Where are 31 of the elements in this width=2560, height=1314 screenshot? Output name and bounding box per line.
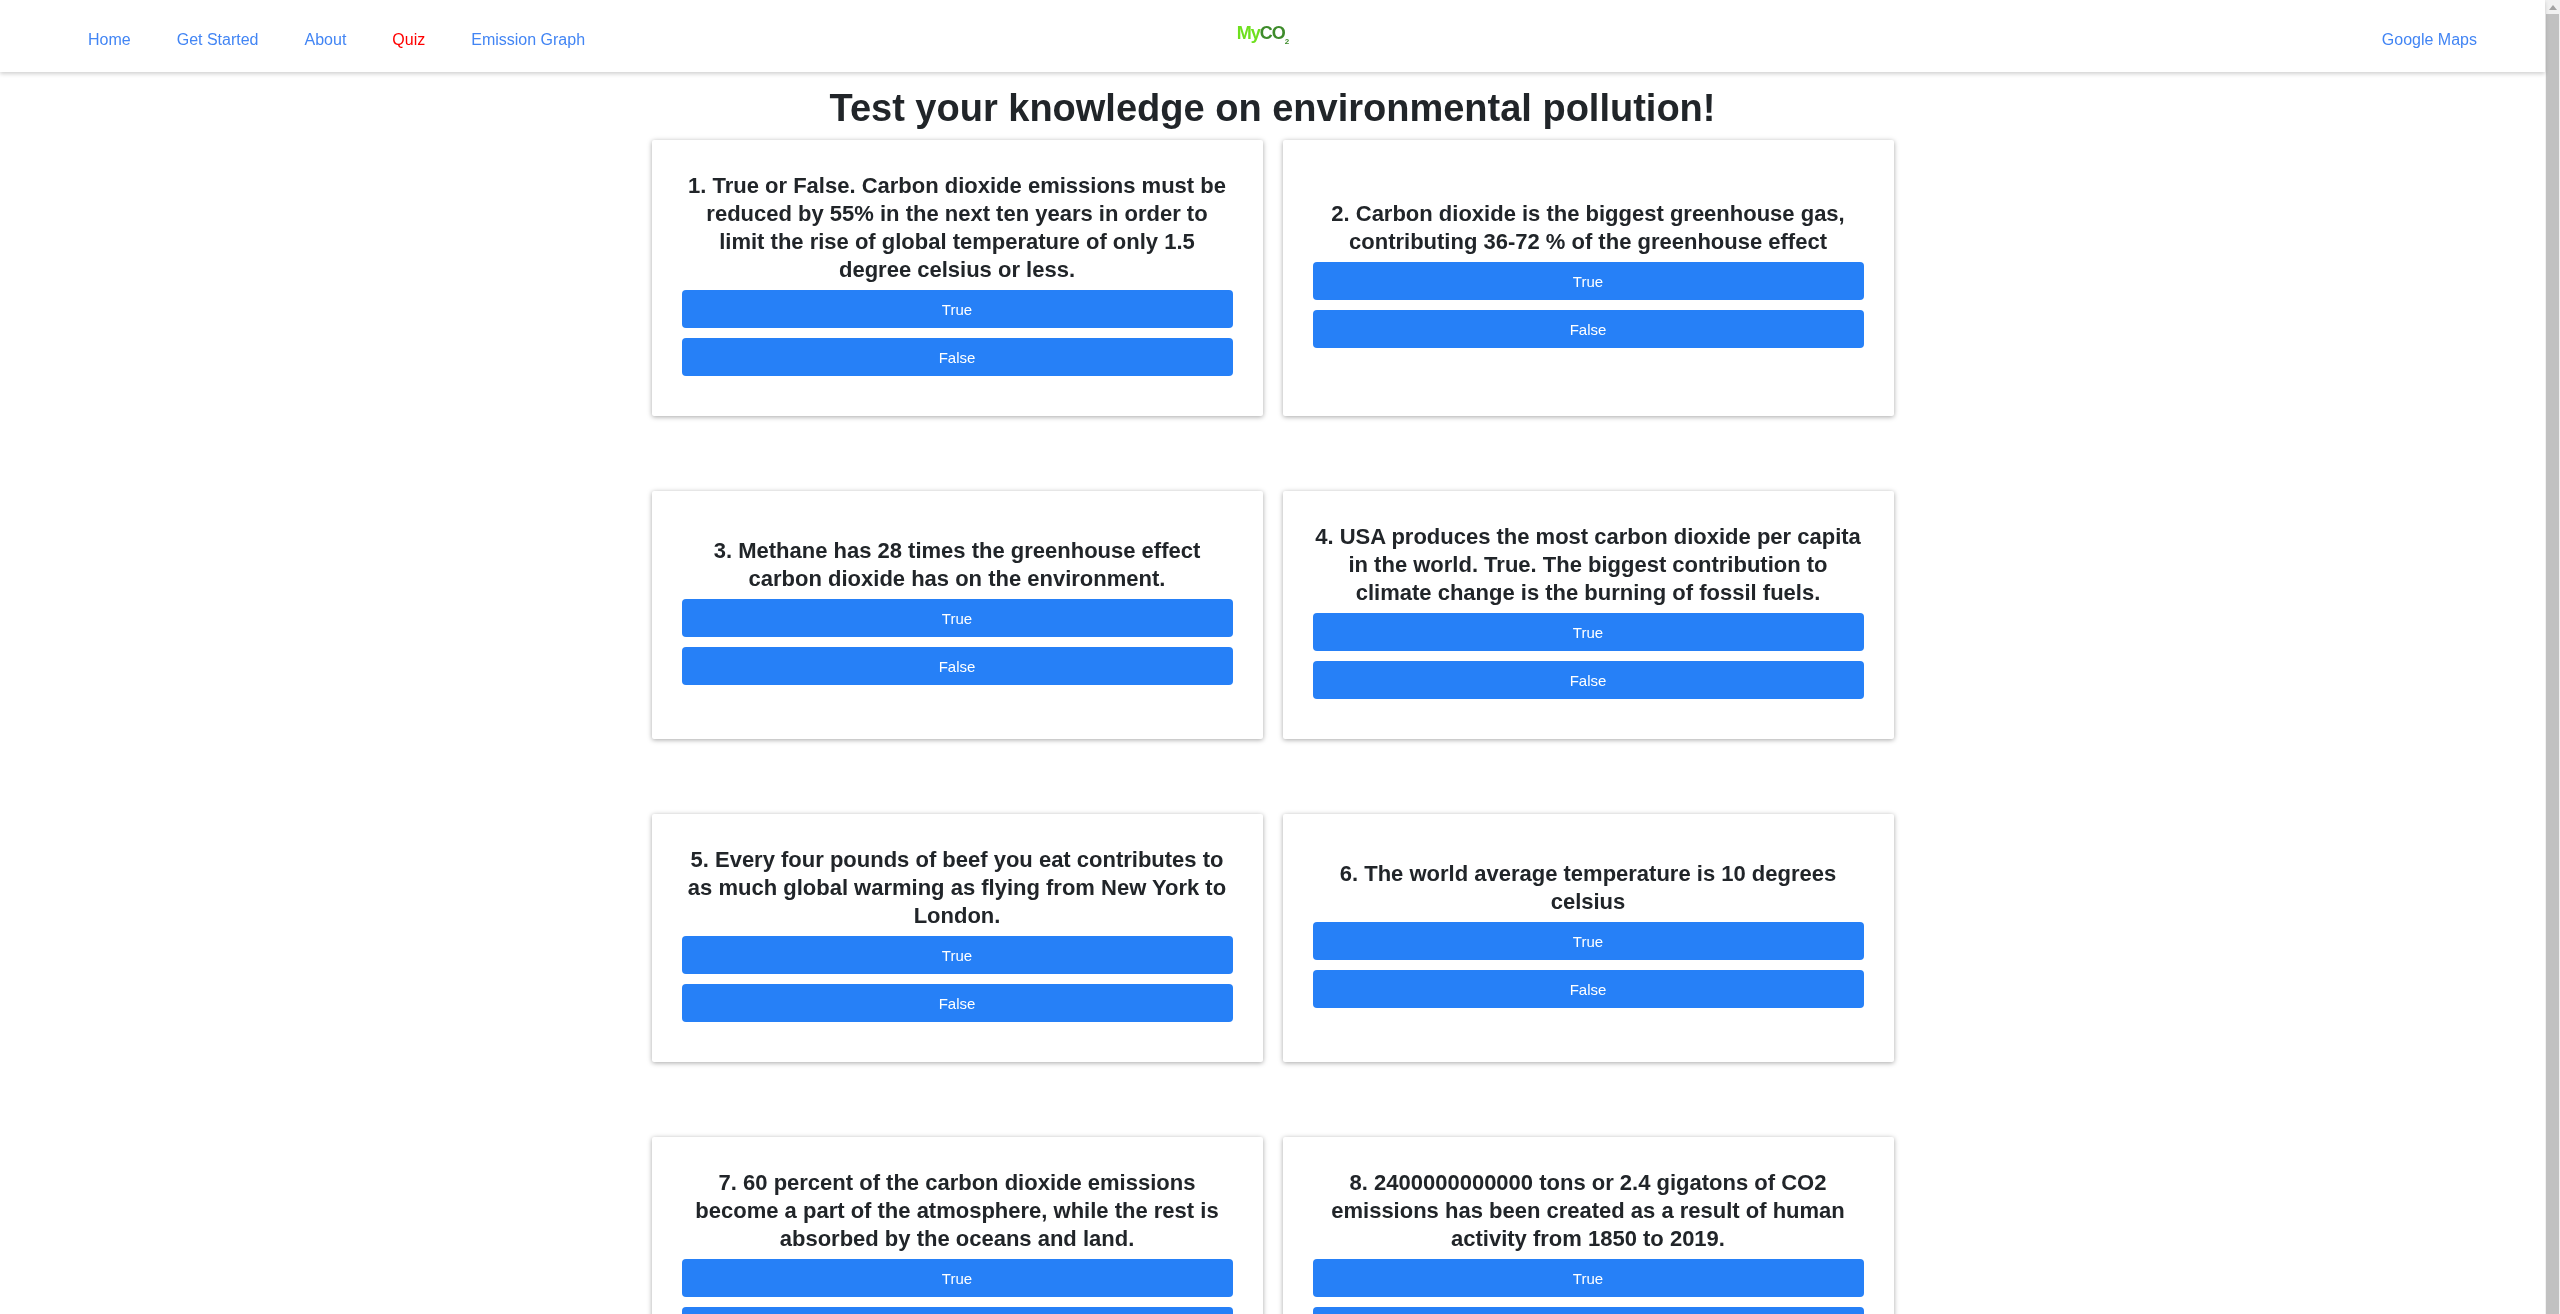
question-text: 4. USA produces the most carbon dioxide per capita in the world. True. The biggest contribution to climate change is the burning of fossil fuels. [1314,523,1862,607]
answer-button[interactable]: True [681,290,1233,328]
answer-button[interactable]: True [1312,613,1864,651]
answer-button[interactable]: False [1312,970,1864,1008]
answer-button[interactable]: True [681,936,1233,974]
answer-button[interactable]: True [1312,262,1864,300]
nav-link[interactable]: About [304,30,347,49]
question-text: 2. Carbon dioxide is the biggest greenhouse gas, contributing 36-72 % of the greenhouse effect [1330,200,1846,256]
nav-link[interactable]: Google Maps [2381,30,2477,49]
question-text: 3. Methane has 28 times the greenhouse effect carbon dioxide has on the environment. [712,537,1202,593]
logo[interactable]: MyCO$_{2}$ [1236,22,1289,50]
triangle-up-icon[interactable] [2548,5,2557,10]
nav-link[interactable]: Emission Graph [471,30,586,49]
page-title: Test your knowledge on environmental pollution! [828,86,1717,130]
question-text: 8. 2400000000000 tons or 2.4 gigatons of CO2 emissions has been created as a result of human activity from 1850 to 2019. [1330,1169,1846,1253]
answer-button[interactable]: False [1312,661,1864,699]
question-text: 6. The world average temperature is 10 degrees celsius [1338,860,1838,916]
answer-button[interactable]: False [681,984,1233,1022]
nav-link[interactable]: Quiz [392,30,426,49]
question-text: 1. True or False. Carbon dioxide emissions must be reduced by 55% in the next ten years in order to limit the rise of global temperature of only 1.5 degree celsius or less. [687,172,1227,284]
answer-button[interactable]: True [681,1259,1233,1297]
answer-button[interactable]: False [1312,310,1864,348]
nav-link[interactable]: Get Started [176,30,259,49]
answer-button[interactable]: False [681,647,1233,685]
nav-link[interactable]: Home [88,30,131,49]
question-text: 7. 60 percent of the carbon dioxide emissions become a part of the atmosphere, while the rest is absorbed by the oceans and land. [694,1169,1220,1253]
question-text: 5. Every four pounds of beef you eat contributes to as much global warming as flying from New York to London. [686,846,1228,930]
answer-button[interactable]: True [1312,922,1864,960]
answer-button[interactable]: False [681,338,1233,376]
answer-button[interactable]: True [681,599,1233,637]
answer-button[interactable]: True [1312,1259,1864,1297]
